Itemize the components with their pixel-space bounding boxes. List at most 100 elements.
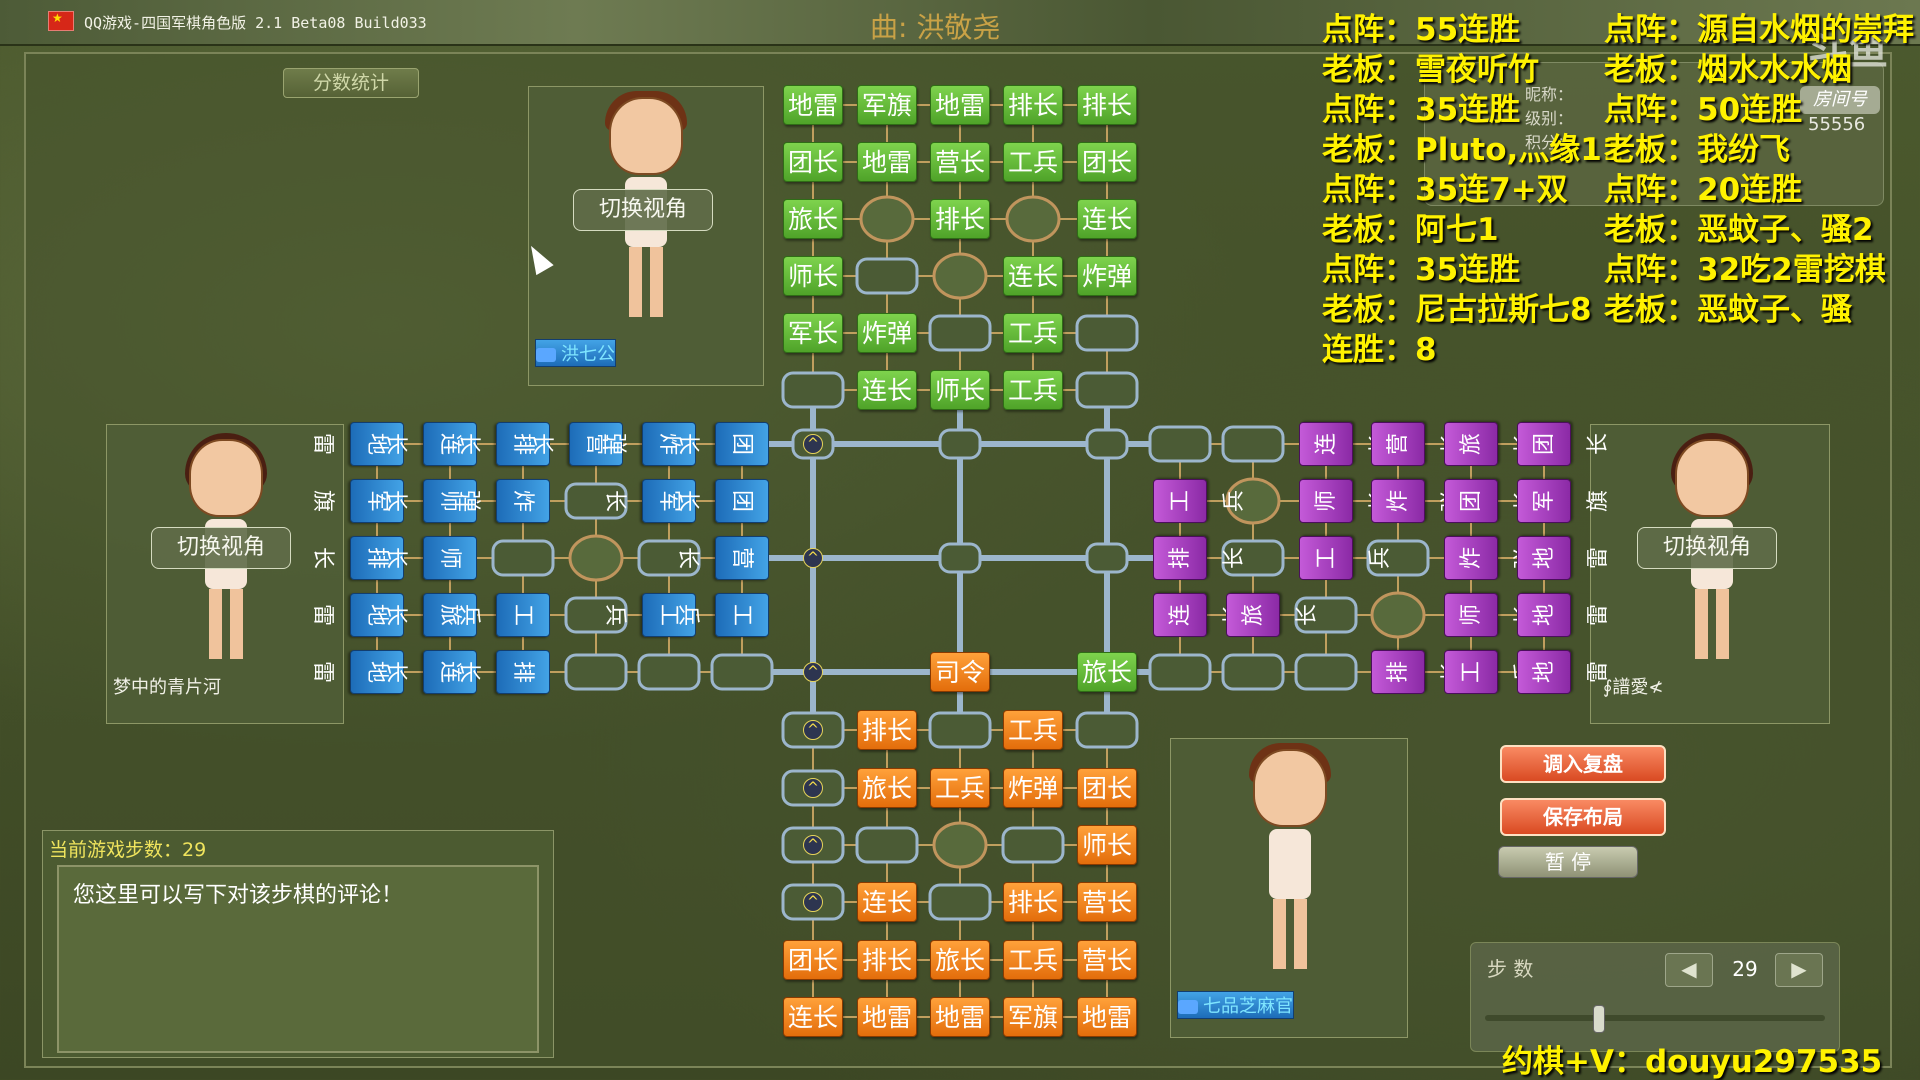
chess-piece[interactable]: 炸弹 (1003, 768, 1063, 808)
station-node[interactable] (1221, 653, 1285, 691)
station-node[interactable] (1148, 653, 1212, 691)
chess-piece[interactable]: 地雷 (930, 997, 990, 1037)
chess-piece[interactable]: 团长 (675, 422, 769, 466)
chess-piece[interactable]: 旅长 (930, 940, 990, 980)
chess-piece[interactable]: 地雷 (1517, 536, 1611, 580)
chess-piece[interactable]: 团长 (1077, 768, 1137, 808)
chess-piece[interactable]: 排长 (857, 940, 917, 980)
chess-piece[interactable]: 排长 (1077, 85, 1137, 125)
station-node[interactable] (1294, 653, 1358, 691)
chess-piece[interactable]: 排长 (1153, 536, 1247, 580)
station-node[interactable] (928, 711, 992, 749)
chess-piece[interactable]: 炸弹 (857, 313, 917, 353)
chess-piece[interactable]: 团长 (783, 142, 843, 182)
chess-piece[interactable]: 工兵 (1153, 479, 1247, 523)
chess-piece[interactable]: 工兵 (1299, 536, 1393, 580)
step-slider-thumb[interactable] (1593, 1005, 1605, 1033)
chess-piece[interactable]: 工兵 (456, 593, 550, 637)
chess-piece[interactable]: 团长 (1077, 142, 1137, 182)
chess-piece[interactable]: 地雷 (1517, 593, 1611, 637)
chess-piece[interactable]: 军旗 (1003, 997, 1063, 1037)
load-replay-button[interactable]: 调入复盘 (1500, 745, 1666, 783)
comment-textarea[interactable]: 您这里可以写下对该步棋的评论！ (57, 865, 539, 1053)
camp-node[interactable] (932, 821, 988, 869)
chess-piece[interactable]: 工兵 (1003, 142, 1063, 182)
chess-piece[interactable]: 排长 (857, 710, 917, 750)
chess-piece[interactable]: 地雷 (783, 85, 843, 125)
chess-piece[interactable]: 旅长 (783, 199, 843, 239)
chess-piece[interactable]: 师长 (783, 256, 843, 296)
station-node[interactable] (637, 653, 701, 691)
chess-piece[interactable]: 团长 (675, 479, 769, 523)
chess-piece[interactable]: 师长 (1444, 593, 1538, 637)
chess-piece[interactable]: 工兵 (930, 768, 990, 808)
station-node[interactable] (1148, 425, 1212, 463)
station-node[interactable] (855, 257, 919, 295)
chess-piece[interactable]: 团长 (1444, 479, 1538, 523)
chess-piece[interactable]: 军旗 (857, 85, 917, 125)
chess-piece[interactable]: 师长 (1299, 479, 1393, 523)
next-step-button[interactable]: ▶ (1775, 953, 1823, 987)
chess-piece[interactable]: 工兵 (1003, 370, 1063, 410)
chess-piece[interactable]: 工兵 (1444, 650, 1538, 694)
chess-piece[interactable]: 旅长 (1226, 593, 1320, 637)
station-node[interactable] (1001, 826, 1065, 864)
chess-piece[interactable]: 军长 (783, 313, 843, 353)
chess-piece[interactable]: 旅长 (1444, 422, 1538, 466)
station-node[interactable] (1221, 425, 1285, 463)
station-node[interactable] (1075, 371, 1139, 409)
station-node[interactable] (564, 653, 628, 691)
chess-piece[interactable]: 地雷 (857, 142, 917, 182)
station-node[interactable] (781, 371, 845, 409)
camp-node[interactable] (568, 534, 624, 582)
chess-piece[interactable]: 工兵 (1003, 940, 1063, 980)
chess-piece[interactable]: 营长 (930, 142, 990, 182)
station-node[interactable] (938, 542, 982, 574)
save-layout-button[interactable]: 保存布局 (1500, 798, 1666, 836)
station-node[interactable] (928, 314, 992, 352)
station-node[interactable] (928, 883, 992, 921)
chess-piece[interactable]: 连长 (857, 882, 917, 922)
camp-node[interactable] (1370, 591, 1426, 639)
step-slider-track[interactable] (1485, 1015, 1825, 1021)
chess-piece[interactable]: 炸弹 (1444, 536, 1538, 580)
chess-piece[interactable]: 工兵 (1003, 313, 1063, 353)
station-node[interactable] (1085, 428, 1129, 460)
station-node[interactable] (938, 428, 982, 460)
chess-piece[interactable]: 排长 (456, 650, 550, 694)
camp-node[interactable] (859, 195, 915, 243)
chess-piece[interactable]: 旅长 (1077, 652, 1137, 692)
chess-piece[interactable]: 工兵 (675, 593, 769, 637)
chess-piece[interactable]: 地雷 (930, 85, 990, 125)
chess-piece[interactable]: 地雷 (1517, 650, 1611, 694)
chess-piece[interactable]: 师长 (383, 536, 477, 580)
station-node[interactable] (491, 539, 555, 577)
chess-piece[interactable]: 排长 (1003, 882, 1063, 922)
chess-piece[interactable]: 旅长 (857, 768, 917, 808)
chess-piece[interactable]: 司令 (930, 652, 990, 692)
chess-piece[interactable]: 营长 (1077, 940, 1137, 980)
chess-piece[interactable]: 营长 (1077, 882, 1137, 922)
chess-piece[interactable]: 排长 (1371, 650, 1465, 694)
chess-piece[interactable]: 军旗 (1517, 479, 1611, 523)
chess-piece[interactable]: 团长 (783, 940, 843, 980)
prev-step-button[interactable]: ◀ (1665, 953, 1713, 987)
chess-piece[interactable]: 营长 (1371, 422, 1465, 466)
chess-piece[interactable]: 地雷 (857, 997, 917, 1037)
station-node[interactable] (1085, 542, 1129, 574)
chess-piece[interactable]: 炸弹 (1371, 479, 1465, 523)
chess-piece[interactable]: 师长 (1077, 825, 1137, 865)
station-node[interactable] (1075, 711, 1139, 749)
chess-piece[interactable]: 连长 (783, 997, 843, 1037)
chess-piece[interactable]: 炸弹 (456, 479, 550, 523)
station-node[interactable] (710, 653, 774, 691)
chess-piece[interactable]: 排长 (930, 199, 990, 239)
chess-piece[interactable]: 营长 (675, 536, 769, 580)
chess-piece[interactable]: 连长 (1299, 422, 1393, 466)
chess-piece[interactable]: 工兵 (1003, 710, 1063, 750)
camp-node[interactable] (1005, 195, 1061, 243)
chess-piece[interactable]: 连长 (1153, 593, 1247, 637)
chess-piece[interactable]: 连长 (1077, 199, 1137, 239)
pause-button[interactable]: 暂 停 (1498, 846, 1638, 878)
chess-piece[interactable]: 地雷 (1077, 997, 1137, 1037)
